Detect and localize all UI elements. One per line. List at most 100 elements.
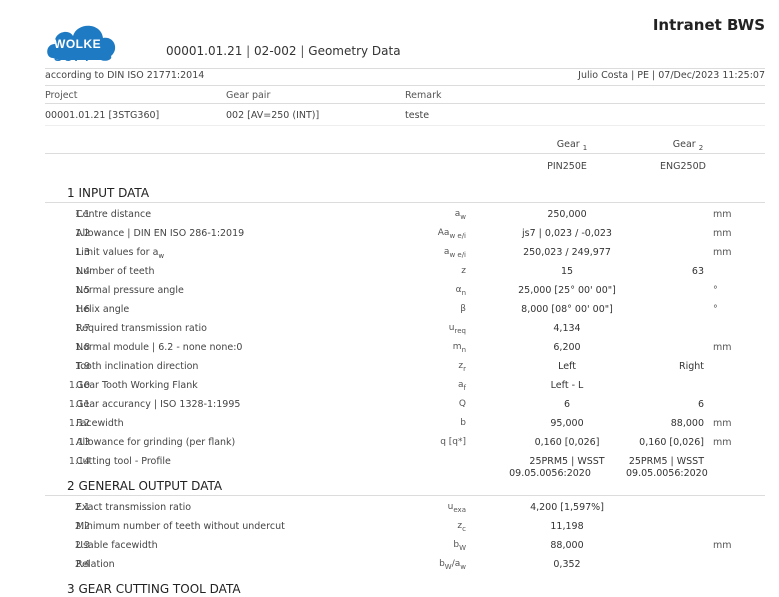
gear1-value: 250,000 [547,209,587,220]
row-symbol: bW/aw [406,559,466,571]
row-label: Relation [76,559,115,570]
row-symbol: uexa [406,502,466,514]
symbol-subscript: n [461,345,466,354]
symbol-subscript: w [460,562,466,571]
divider [45,125,765,126]
row-label-text: Required transmission ratio [76,323,207,334]
row-symbol: b [406,418,466,428]
gearpair-label: Gear pair [226,90,271,101]
gear1-value: 6 [563,399,571,410]
gear1-value: 4,134 [553,323,581,334]
symbol-subscript: W [459,543,466,552]
gear1-value: 4,200 [1,597%] [530,502,604,513]
row-label-text: Normal module | 6.2 - none none:0 [76,342,243,353]
row-label-text: Tooth inclination direction [76,361,199,372]
row-symbol: q [q*] [406,437,466,447]
gear2-value: 63 [691,266,704,277]
row-label-text: Relation [76,559,115,570]
row-label-text: Gear Tooth Working Flank [76,380,198,391]
symbol-subscript: exa [453,505,466,514]
gear1-value-line2: 09.05.0056:2020 [509,468,591,479]
gear2-header: Gear 2 [672,139,704,152]
gear2-value: 88,000 [670,418,704,429]
row-label: Cutting tool - Profile [76,456,171,467]
row-label: Allowance for grinding (per flank) [76,437,235,448]
gear1-value: 25PRM5 | WSST [529,456,605,467]
row-label: Exact transmission ratio [76,502,191,513]
gear1-value: 0,352 [553,559,581,570]
divider [45,202,765,203]
row-label-subscript: w [158,251,165,260]
gear1-value: Left - L [550,380,584,391]
symbol-text: β [460,304,466,314]
remark-value: teste [405,110,430,121]
symbol-subscript: w e/i [449,231,466,240]
row-label-text: Helix angle [76,304,130,315]
row-label: Number of teeth [76,266,155,277]
row-label: Normal pressure angle [76,285,184,296]
divider [45,68,765,69]
doc-title: Geometry Data [308,44,401,58]
gear2-value: Right [678,361,704,372]
row-label-text: Gear accurancy | ISO 1328-1:1995 [76,399,241,410]
doc-number: 00001.01.21 [166,44,243,58]
symbol-text: q [q*] [440,437,466,447]
row-symbol: aw e/i [406,247,466,259]
section-input-title: 1 INPUT DATA [67,186,150,200]
project-value[interactable]: 00001.01.21 [3STG360] [45,110,159,121]
row-symbol: Q [406,399,466,409]
unit: mm [713,209,732,220]
row-label: Normal module | 6.2 - none none:0 [76,342,242,353]
row-label-text: Limit values for a [76,247,159,258]
row-label: Required transmission ratio [76,323,207,334]
row-label-text: Minimum number of teeth without undercut [76,521,285,532]
gear1-value: 95,000 [550,418,584,429]
gear1-value: 25,000 [25° 00' 00"] [518,285,616,296]
row-symbol: β [406,304,466,314]
row-symbol: z [406,266,466,276]
symbol-text: b [460,418,466,428]
unit: mm [713,437,732,448]
gearpair-value[interactable]: 002 [AV=250 (INT)] [226,110,319,121]
symbol-text: Q [458,399,466,409]
row-label-text: Facewidth [76,418,124,429]
document-id: 00001.01.21 | 02-002 | Geometry Data [166,44,401,58]
user-info: Julio Costa | PE | 07/Dec/2023 11:25:07 [578,70,765,81]
wolke-soft-logo[interactable]: WOLKE SOFT [45,14,123,68]
logo-text-bottom: SOFT [54,50,92,64]
symbol-text: /a [451,559,461,569]
symbol-subscript: req [454,326,466,335]
row-label: Limit values for aw [76,247,164,260]
row-label: Minimum number of teeth without undercut [76,521,285,532]
unit: mm [713,418,732,429]
gear1-header: Gear 1 [556,139,588,152]
row-symbol: zr [406,361,466,373]
row-label: Tooth inclination direction [76,361,198,372]
gear1-value: 15 [560,266,574,277]
row-label: Helix angle [76,304,129,315]
symbol-subscript: c [462,524,466,533]
row-label-text: Number of teeth [76,266,155,277]
row-label: Gear accurancy | ISO 1328-1:1995 [76,399,240,410]
row-label: Centre distance [76,209,151,220]
symbol-subscript: w e/i [449,250,466,259]
unit: mm [713,247,732,258]
row-label-text: Cutting tool - Profile [76,456,171,467]
row-symbol: zc [406,521,466,533]
row-label: Facewidth [76,418,124,429]
divider [45,495,765,496]
row-symbol: Aaw e/i [406,228,466,240]
row-label-text: Normal pressure angle [76,285,184,296]
gear2-value: 25PRM5 | WSST [628,456,704,467]
row-symbol: af [406,380,466,392]
unit: mm [713,540,732,551]
standard-reference: according to DIN ISO 21771:2014 [45,70,205,81]
row-label-text: Allowance | DIN EN ISO 286-1:2019 [76,228,245,239]
unit: ° [713,304,718,315]
row-symbol: ureq [406,323,466,335]
unit: mm [713,228,732,239]
symbol-subscript: w [460,212,466,221]
logo-text-top: WOLKE [54,37,102,51]
divider [45,153,765,154]
row-label-text: Allowance for grinding (per flank) [76,437,236,448]
